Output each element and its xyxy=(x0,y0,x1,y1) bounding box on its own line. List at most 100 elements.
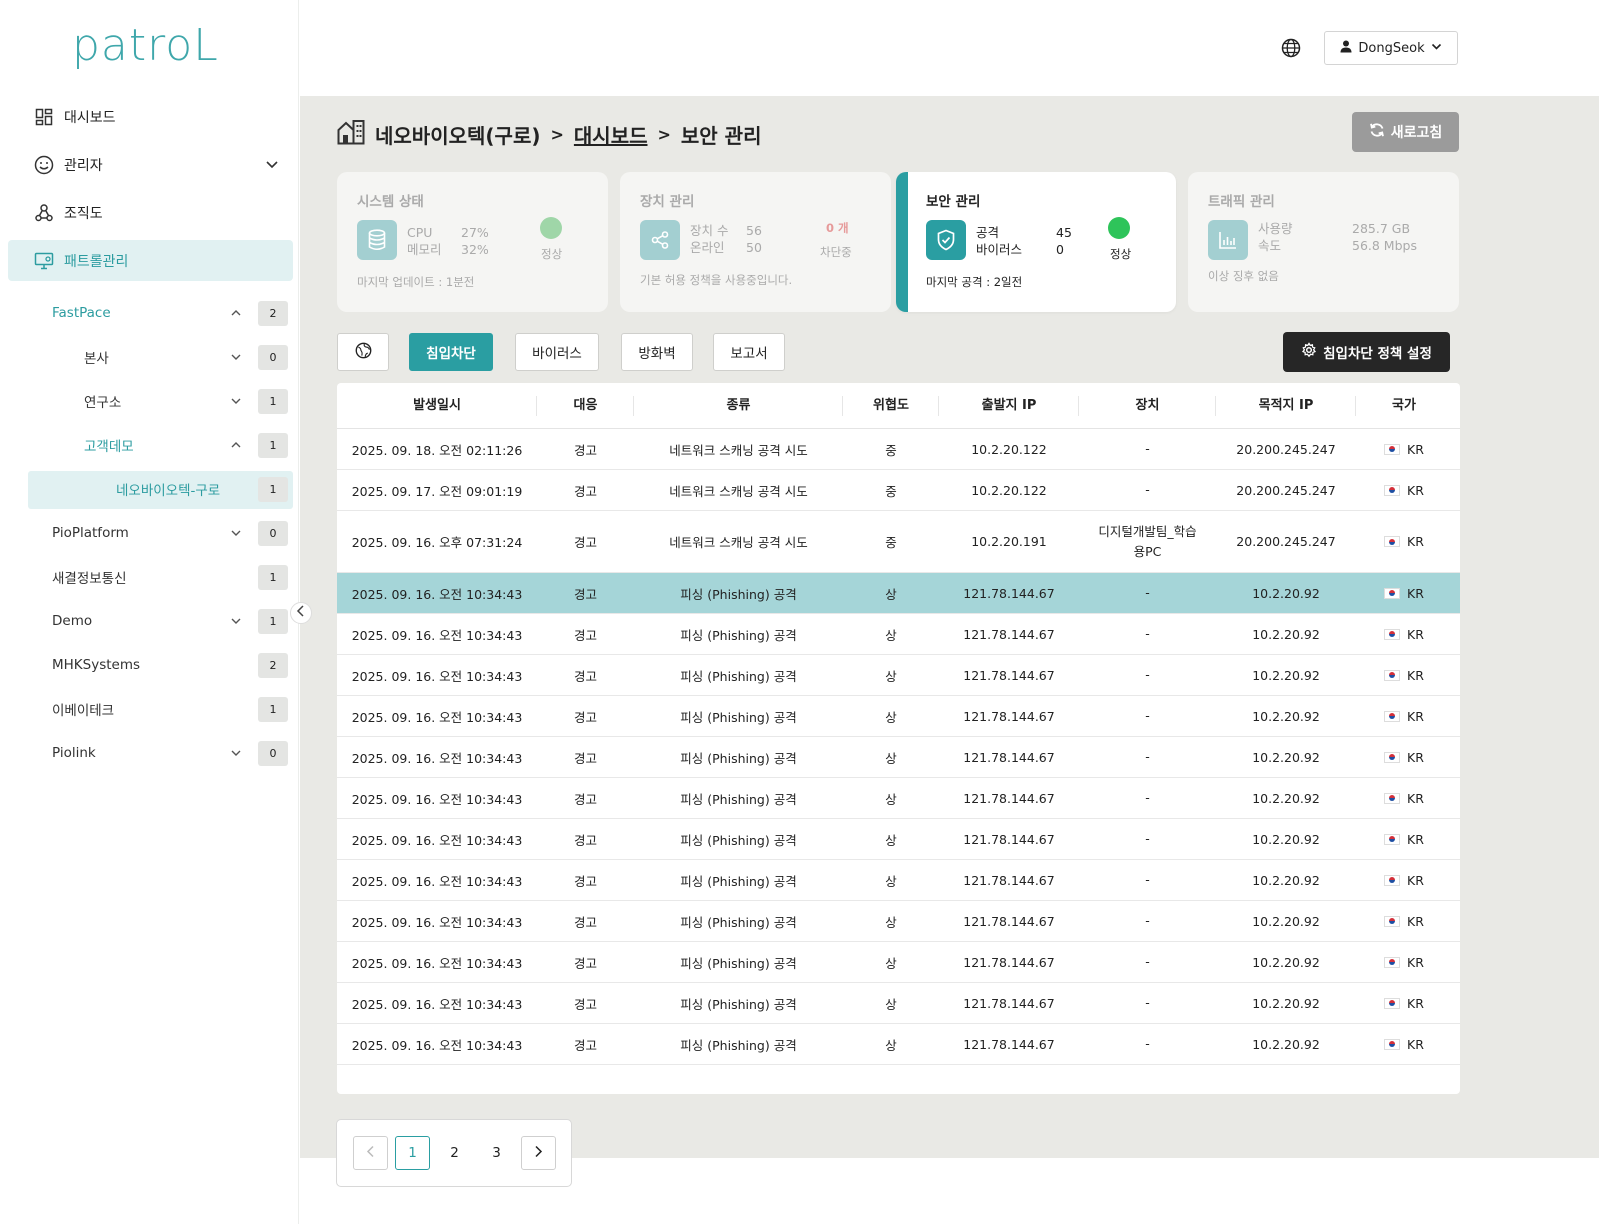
cell-device-text: - xyxy=(1145,1036,1150,1051)
table-row[interactable]: 2025. 09. 16. 오전 10:34:43 경고 피싱 (Phishing)… xyxy=(337,655,1460,696)
cell-datetime-text: 2025. 09. 16. 오전 10:34:43 xyxy=(351,668,523,684)
table-row[interactable]: 2025. 09. 18. 오전 02:11:26 경고 네트워크 스캐닝 공격 시… xyxy=(337,429,1460,470)
table-row[interactable]: 2025. 09. 16. 오후 07:31:24 경고 네트워크 스캐닝 공격 시… xyxy=(337,511,1460,573)
table-row[interactable]: 2025. 09. 16. 오전 10:34:43 경고 피싱 (Phishing)… xyxy=(337,860,1460,901)
table-row[interactable]: 2025. 09. 16. 오전 10:34:43 경고 피싱 (Phishing)… xyxy=(337,778,1460,819)
tree-item-headquarters[interactable]: 본사 0 xyxy=(84,342,288,372)
cell-datetime-text: 2025. 09. 16. 오전 10:34:43 xyxy=(351,709,523,725)
chevron-down-icon[interactable] xyxy=(228,745,244,761)
column-header-device[interactable]: 장치 xyxy=(1079,394,1216,418)
korea-flag-icon xyxy=(1384,484,1401,496)
table-row[interactable]: 2025. 09. 16. 오전 10:34:43 경고 피싱 (Phishing)… xyxy=(337,737,1460,778)
cell-device-text: - xyxy=(1145,708,1150,723)
table-row[interactable]: 2025. 09. 16. 오전 10:34:43 경고 피싱 (Phishing)… xyxy=(337,901,1460,942)
prev-page-button[interactable] xyxy=(353,1136,388,1170)
blocked-label: 차단중 xyxy=(820,245,852,259)
intrusion-policy-settings-button[interactable]: 침입차단 정책 설정 xyxy=(1283,332,1450,372)
tree-item-piolink[interactable]: Piolink 0 xyxy=(52,738,288,768)
cell-country-text: KR xyxy=(1407,708,1424,724)
column-header-type[interactable]: 종류 xyxy=(634,394,843,418)
language-globe-icon[interactable] xyxy=(1281,38,1301,58)
user-menu-button[interactable]: DongSeok xyxy=(1324,31,1458,65)
cell-source-ip: 121.78.144.67 xyxy=(939,873,1079,888)
table-row[interactable]: 2025. 09. 16. 오전 10:34:43 경고 피싱 (Phishing)… xyxy=(337,696,1460,737)
tab-firewall[interactable]: 방화벽 xyxy=(621,333,693,371)
tree-item-saegyeol[interactable]: 새결정보통신 1 xyxy=(52,562,288,592)
tree-item-customer-demo[interactable]: 고객데모 1 xyxy=(84,430,288,460)
tree-item-ebaytech[interactable]: 이베이테크 1 xyxy=(52,694,288,724)
cell-response-text: 경고 xyxy=(573,873,597,889)
table-row[interactable]: 2025. 09. 16. 오전 10:34:43 경고 피싱 (Phishing)… xyxy=(337,942,1460,983)
sidebar-collapse-button[interactable] xyxy=(290,602,312,624)
page-button-2[interactable]: 2 xyxy=(437,1136,472,1170)
cell-country: KR xyxy=(1356,586,1452,601)
device-management-card[interactable]: 장치 관리 장치 수 온라인 56 50 0 개 차단중 기본 허용 정책을 사용중… xyxy=(620,172,891,312)
cell-severity: 상 xyxy=(843,871,939,890)
patrol-logo[interactable]: patroL xyxy=(72,20,219,71)
cell-device: - xyxy=(1079,439,1216,459)
nav-dashboard[interactable]: 대시보드 xyxy=(8,96,293,137)
table-row[interactable]: 2025. 09. 16. 오전 10:34:43 경고 피싱 (Phishing)… xyxy=(337,573,1460,614)
korea-flag-icon xyxy=(1384,1038,1401,1050)
table-row[interactable]: 2025. 09. 16. 오전 10:34:43 경고 피싱 (Phishing)… xyxy=(337,1024,1460,1065)
nav-admin[interactable]: 관리자 xyxy=(8,144,293,185)
tree-item-label: Piolink xyxy=(52,745,96,761)
column-header-datetime[interactable]: 발생일시 xyxy=(337,394,537,418)
status-label: 정상 xyxy=(541,247,563,261)
table-row[interactable]: 2025. 09. 17. 오전 09:01:19 경고 네트워크 스캐닝 공격 시… xyxy=(337,470,1460,511)
traffic-management-card[interactable]: 트래픽 관리 사용량 속도 285.7 GB 56.8 Mbps 이상 징후 없음 xyxy=(1188,172,1459,312)
cell-source-ip: 121.78.144.67 xyxy=(939,750,1079,765)
tree-item-lab[interactable]: 연구소 1 xyxy=(84,386,288,416)
chevron-up-icon[interactable] xyxy=(228,305,244,321)
tab-report[interactable]: 보고서 xyxy=(713,333,785,371)
table-row[interactable]: 2025. 09. 16. 오전 10:34:43 경고 피싱 (Phishing)… xyxy=(337,983,1460,1024)
tree-item-mhksystems[interactable]: MHKSystems 2 xyxy=(52,650,288,680)
cell-device: - xyxy=(1079,706,1216,726)
nav-patrol-management[interactable]: 패트롤관리 xyxy=(8,240,293,281)
page-button-1[interactable]: 1 xyxy=(395,1136,430,1170)
column-header-source-ip[interactable]: 출발지 IP xyxy=(939,394,1079,418)
breadcrumb-dashboard-link[interactable]: 대시보드 xyxy=(574,120,648,149)
chevron-up-icon[interactable] xyxy=(228,437,244,453)
cell-type: 피싱 (Phishing) 공격 xyxy=(634,707,843,726)
tree-item-pioplatform[interactable]: PioPlatform 0 xyxy=(52,518,288,548)
nav-org-chart[interactable]: 조직도 xyxy=(8,192,293,233)
tree-item-neobiotech-guro[interactable]: 네오바이오텍-구로 1 xyxy=(116,474,288,504)
table-row[interactable]: 2025. 09. 16. 오전 10:34:43 경고 피싱 (Phishing)… xyxy=(337,819,1460,860)
cell-datetime-text: 2025. 09. 16. 오후 07:31:24 xyxy=(351,535,523,550)
tab-virus[interactable]: 바이러스 xyxy=(515,333,599,371)
tree-item-label: FastPace xyxy=(52,305,111,321)
cell-device-text: - xyxy=(1145,585,1150,600)
chevron-down-icon[interactable] xyxy=(228,525,244,541)
chevron-down-icon[interactable] xyxy=(228,349,244,365)
tab-intrusion-block[interactable]: 침입차단 xyxy=(409,333,493,371)
column-header-response[interactable]: 대응 xyxy=(537,394,634,418)
cell-country-text: KR xyxy=(1407,1036,1424,1052)
chevron-down-icon[interactable] xyxy=(265,157,279,175)
column-header-destination-ip[interactable]: 목적지 IP xyxy=(1216,394,1356,418)
tree-item-fastpace[interactable]: FastPace 2 xyxy=(52,298,288,328)
cell-type-text: 네트워크 스캐닝 공격 시도 xyxy=(669,483,808,499)
tab-label: 침입차단 xyxy=(426,346,476,362)
sidebar: patroL 대시보드 관리자 조직도 패트롤관리 FastPace 2 본사 … xyxy=(0,0,299,1224)
security-management-card[interactable]: 보안 관리 공격 바이러스 45 0 정상 마지막 공격 : 2일전 xyxy=(896,172,1176,312)
tab-map[interactable] xyxy=(337,333,389,371)
cell-source-ip-text: 121.78.144.67 xyxy=(963,831,1055,847)
cell-type-text: 피싱 (Phishing) 공격 xyxy=(680,996,797,1012)
page-button-3[interactable]: 3 xyxy=(479,1136,514,1170)
cell-type: 네트워크 스캐닝 공격 시도 xyxy=(634,481,843,500)
chevron-down-icon[interactable] xyxy=(228,393,244,409)
cell-device: - xyxy=(1079,624,1216,644)
system-status-card[interactable]: 시스템 상태 CPU 메모리 27% 32% 정상 마지막 업데이트 : 1분전 xyxy=(337,172,608,312)
chevron-down-icon[interactable] xyxy=(228,613,244,629)
refresh-button[interactable]: 새로고침 xyxy=(1352,112,1459,152)
next-page-button[interactable] xyxy=(521,1136,556,1170)
tree-item-demo[interactable]: Demo 1 xyxy=(52,606,288,636)
cell-source-ip-text: 10.2.20.191 xyxy=(971,534,1047,549)
column-header-country[interactable]: 국가 xyxy=(1356,394,1452,418)
cell-type: 네트워크 스캐닝 공격 시도 xyxy=(634,440,843,459)
table-row[interactable]: 2025. 09. 16. 오전 10:34:43 경고 피싱 (Phishing)… xyxy=(337,614,1460,655)
column-header-severity[interactable]: 위협도 xyxy=(843,394,939,418)
cell-device-text: - xyxy=(1145,872,1150,887)
cell-datetime-text: 2025. 09. 16. 오전 10:34:43 xyxy=(351,791,523,807)
